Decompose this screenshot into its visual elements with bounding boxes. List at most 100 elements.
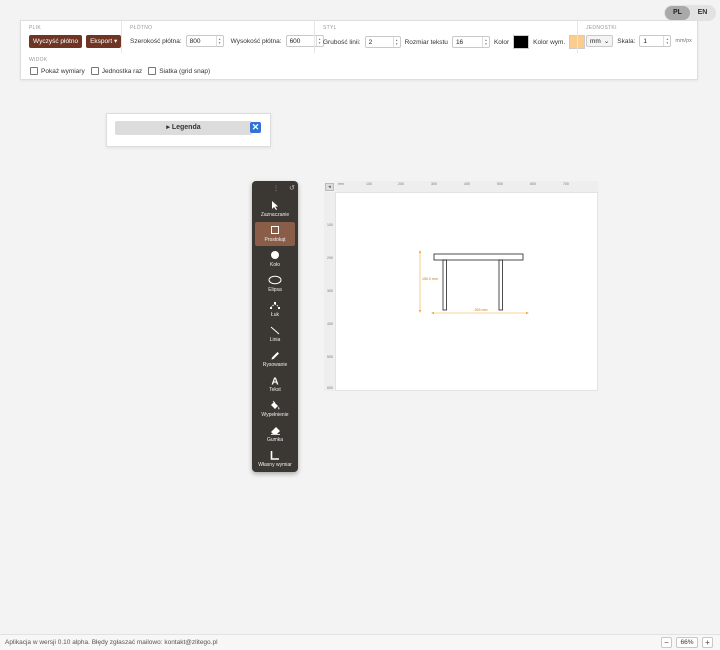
scale-label: Skala: [617,37,636,45]
fill-icon [271,400,280,410]
scale-unit-label: mm/px [675,38,692,44]
ruler-tick: 700 [563,182,569,186]
ruler-tick: 200 [398,182,404,186]
line-width-input[interactable]: 2 ▲ ▼ [364,36,401,48]
collapse-rulers-button[interactable]: ◂ [325,183,334,191]
show-dimensions-checkbox[interactable]: Pokaż wymiary [30,67,85,75]
drawing-layer: 150.0 mm 263 mm [418,250,529,315]
units-section-title: JEDNOSTKI [586,25,617,31]
text-size-input[interactable]: 16 ▲ ▼ [451,36,490,48]
tool-draw[interactable]: Rysowanie [255,347,295,371]
status-bar: Aplikacja w wersji 0.10 alpha. Błędy zgł… [0,634,720,650]
cursor-icon [272,201,278,210]
zoom-level: 66% [676,637,698,648]
ruler-tick: 400 [327,322,333,326]
grid-snap-checkbox[interactable]: Siatka (grid snap) [148,67,210,75]
tool-label: Łuk [270,312,280,318]
file-section-title: PLIK [29,25,42,31]
stepper-icon[interactable]: ▲ ▼ [481,37,489,47]
checkbox-icon[interactable] [90,67,99,75]
clear-canvas-button[interactable]: Wyczyść płótno [29,35,83,48]
checkbox-icon[interactable] [148,67,157,75]
height-dimension-label: 150.0 mm [422,277,438,281]
lang-pl-button[interactable]: PL [665,6,690,20]
width-dimension-label: 263 mm [475,308,488,312]
canvas-area: mm 100 200 300 400 500 600 700 100 200 3… [324,181,598,391]
tool-label: Własny wymiar [258,462,292,468]
unit-once-checkbox[interactable]: Jednostka raz [90,67,143,75]
tool-label: Gumka [266,437,284,443]
zoom-out-button[interactable]: − [661,637,672,648]
tool-fill[interactable]: Wypełnienie [255,397,295,421]
tool-circle[interactable]: Koło [255,247,295,271]
tool-rectangle[interactable]: Prostokąt [255,222,295,246]
tool-text[interactable]: A Tekst [255,372,295,396]
tool-select[interactable]: Zaznaczanie [255,197,295,221]
stepper-icon[interactable]: ▲ ▼ [215,36,223,46]
tools-toolbar: ⋮ ↺ Zaznaczanie Prostokąt Koło Elipsa Łu… [252,181,298,472]
text-icon: A [271,377,278,387]
chevron-down-icon: ⌄ [603,38,610,45]
legend-toggle[interactable]: ▸ Legenda [115,121,252,135]
canvas-width-label: Szerokość płótna: [130,37,182,45]
svg-text:A: A [271,377,278,387]
canvas-section-title: PŁÓTNO [130,25,153,31]
table-leg-right-shape[interactable] [498,259,503,311]
table-top-shape[interactable] [433,253,524,261]
canvas-height-label: Wysokość płótna: [230,37,282,45]
canvas-width-input[interactable]: 800 ▲ ▼ [185,35,224,47]
ruler-top: mm 100 200 300 400 500 600 700 [335,181,598,192]
style-section: STYL Grubość linii: 2 ▲ ▼ Rozmiar tekstu 1… [314,21,586,53]
line-width-label: Grubość linii: [323,38,361,46]
export-button[interactable]: Eksport ▾ [86,35,122,48]
drawing-canvas[interactable]: 150.0 mm 263 mm [335,192,598,391]
text-size-value: 16 [455,38,464,46]
canvas-section: PŁÓTNO Szerokość płótna: 800 ▲ ▼ Wysokość … [121,21,324,53]
tool-label: Zaznaczanie [260,212,290,218]
unit-select[interactable]: mm ⌄ [586,35,614,47]
view-section-title: WIDOK [29,57,48,63]
scale-value: 1 [643,37,647,45]
ruler-tick: 500 [497,182,503,186]
tool-eraser[interactable]: Gumka [255,422,295,446]
tool-line[interactable]: Linia [255,322,295,346]
tool-label: Rysowanie [262,362,288,368]
units-section: JEDNOSTKI mm ⌄ Skala: 1 ▲ ▼ mm/px [577,21,699,53]
ruler-left: 100 200 300 400 500 600 [324,192,335,391]
tool-label: Koło [269,262,280,268]
stepper-icon[interactable]: ▲ ▼ [392,37,400,47]
stepper-icon[interactable]: ▲ ▼ [663,36,670,46]
show-dimensions-label: Pokaż wymiary [41,67,85,75]
tool-custom-dimension[interactable]: Własny wymiar [255,447,295,471]
line-icon [270,326,280,335]
ruler-tick: 600 [530,182,536,186]
ellipse-icon [268,275,282,285]
style-section-title: STYL [323,25,337,31]
ruler-tick: 300 [431,182,437,186]
scale-input[interactable]: 1 ▲ ▼ [639,35,672,47]
drag-handle-icon[interactable]: ⋮ [273,185,279,192]
height-dimension[interactable]: 150.0 mm [418,250,438,313]
table-leg-left-shape[interactable] [442,259,447,311]
ruler-tick: 500 [327,355,333,359]
lang-en-button[interactable]: EN [690,6,715,20]
tool-ellipse[interactable]: Elipsa [255,272,295,296]
eraser-icon [270,427,280,435]
tool-arc[interactable]: Łuk [255,297,295,321]
text-size-label: Rozmiar tekstu [404,38,448,46]
view-options: Pokaż wymiary Jednostka raz Siatka (grid… [30,67,210,75]
zoom-controls: − 66% + [661,637,713,648]
close-icon[interactable]: ✕ [250,122,261,133]
color-swatch[interactable] [513,35,530,49]
zoom-in-button[interactable]: + [702,637,713,648]
line-width-value: 2 [368,38,373,46]
checkbox-icon[interactable] [30,67,38,75]
unit-once-label: Jednostka raz [101,67,143,75]
export-label: Eksport [90,38,113,45]
ruler-tick: 100 [366,182,372,186]
undo-icon[interactable]: ↺ [289,184,295,192]
canvas-height-value: 600 [289,37,301,45]
width-dimension[interactable]: 263 mm [431,308,529,315]
ruler-tick: 100 [327,223,333,227]
pencil-icon [271,352,279,360]
